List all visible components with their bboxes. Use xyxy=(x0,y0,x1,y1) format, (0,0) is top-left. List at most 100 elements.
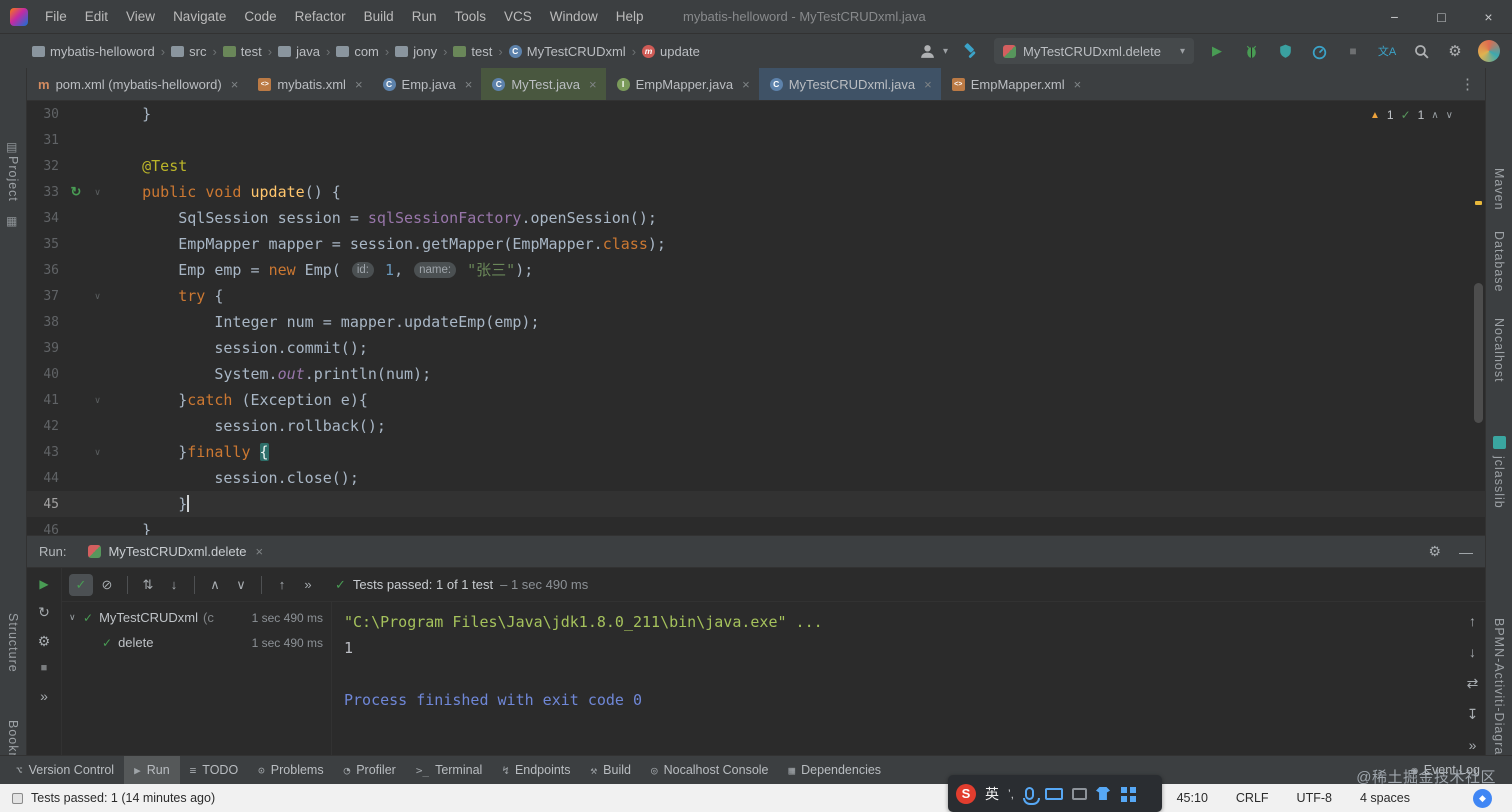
rerun-failed-icon[interactable]: ↻ xyxy=(38,605,50,619)
code-line[interactable]: 30 } xyxy=(27,101,1485,127)
status-widget-utf-8[interactable]: UTF-8 xyxy=(1297,791,1332,805)
up-icon[interactable]: ↑ xyxy=(270,574,294,596)
code-line[interactable]: 38 Integer num = mapper.updateEmp(emp); xyxy=(27,309,1485,335)
toolwindow-bpmn-activiti-diagram[interactable]: BPMN-Activiti-Diagram xyxy=(1492,618,1506,767)
menu-view[interactable]: View xyxy=(117,0,164,33)
breadcrumb-test[interactable]: test xyxy=(222,44,262,59)
rerun-test-gutter-icon[interactable]: ↻ xyxy=(63,184,89,200)
gear-icon[interactable]: ⚙ xyxy=(38,634,51,648)
close-icon[interactable]: × xyxy=(924,77,932,92)
toolwindow-project[interactable]: Project xyxy=(6,156,20,202)
fold-icon[interactable]: ∨ xyxy=(89,395,106,406)
close-icon[interactable]: × xyxy=(1074,77,1082,92)
microphone-icon[interactable] xyxy=(1023,787,1040,805)
code-with-me-icon[interactable] xyxy=(917,40,939,62)
menu-help[interactable]: Help xyxy=(607,0,653,33)
sort-duration-icon[interactable]: ⇅ xyxy=(136,574,160,596)
code-line[interactable]: 35 EmpMapper mapper = session.getMapper(… xyxy=(27,231,1485,257)
close-icon[interactable]: × xyxy=(255,544,263,559)
tab-emp-java[interactable]: C Emp.java × xyxy=(372,68,482,100)
hide-panel-icon[interactable]: — xyxy=(1459,544,1473,560)
menu-window[interactable]: Window xyxy=(541,0,607,33)
menu-file[interactable]: File xyxy=(36,0,76,33)
toolwindow-nocalhost[interactable]: Nocalhost xyxy=(1492,318,1506,383)
fold-icon[interactable]: ∨ xyxy=(89,447,106,458)
scrollbar-thumb[interactable] xyxy=(1474,283,1483,423)
down-icon[interactable]: ↓ xyxy=(1469,645,1476,659)
menu-navigate[interactable]: Navigate xyxy=(164,0,235,33)
board-strip-icon[interactable]: ▦ xyxy=(6,214,17,228)
code-line[interactable]: 31 xyxy=(27,127,1485,153)
maximize-button[interactable]: □ xyxy=(1418,0,1465,33)
build-hammer-icon[interactable] xyxy=(960,40,982,62)
breadcrumb-update[interactable]: m update xyxy=(642,44,700,59)
fold-icon[interactable]: ∨ xyxy=(89,187,106,198)
debug-button[interactable] xyxy=(1240,40,1262,62)
status-widget-crlf[interactable]: CRLF xyxy=(1236,791,1269,805)
breadcrumb-test[interactable]: test xyxy=(453,44,492,59)
run-configuration-select[interactable]: MyTestCRUDxml.delete ▾ xyxy=(994,38,1194,64)
scroll-end-icon[interactable]: ↧ xyxy=(1467,707,1479,721)
up-icon[interactable]: ↑ xyxy=(1469,614,1476,628)
close-icon[interactable]: × xyxy=(355,77,363,92)
fold-icon[interactable]: ∨ xyxy=(89,291,106,302)
soft-wrap-icon[interactable]: ⇄ xyxy=(1467,676,1479,690)
menu-vcs[interactable]: VCS xyxy=(495,0,541,33)
breadcrumb-com[interactable]: com xyxy=(336,44,379,59)
expand-all-icon[interactable]: ∧ xyxy=(203,574,227,596)
menu-tools[interactable]: Tools xyxy=(445,0,495,33)
toolwindow-button-todo[interactable]: ≡ TODO xyxy=(180,756,249,784)
toolwindow-button-terminal[interactable]: >_ Terminal xyxy=(406,756,493,784)
stop-icon[interactable]: ■ xyxy=(41,663,48,674)
sort-alpha-icon[interactable]: ↓ xyxy=(162,574,186,596)
code-line[interactable]: 42 session.rollback(); xyxy=(27,413,1485,439)
chevron-down-icon[interactable]: ∨ xyxy=(1446,110,1453,121)
code-line[interactable]: 32 @Test xyxy=(27,153,1485,179)
punctuation-toggle[interactable]: ’, xyxy=(1008,787,1014,801)
toolwindow-structure[interactable]: Structure xyxy=(6,613,20,673)
menu-code[interactable]: Code xyxy=(235,0,285,33)
code-line[interactable]: 40 System.out.println(num); xyxy=(27,361,1485,387)
more-icon[interactable]: » xyxy=(296,574,320,596)
profiler-button[interactable] xyxy=(1308,40,1330,62)
code-line[interactable]: 46 } xyxy=(27,517,1485,535)
status-message[interactable]: Tests passed: 1 (14 minutes ago) xyxy=(31,791,215,805)
code-editor[interactable]: 30 } 31 32 @Test 33 ↻ ∨ public void update() … xyxy=(27,101,1485,535)
tab-empmapper-xml[interactable]: <> EmpMapper.xml × xyxy=(941,68,1091,100)
run-settings-gear-icon[interactable]: ⚙ xyxy=(1428,543,1441,560)
status-widget-45-10[interactable]: 45:10 xyxy=(1177,791,1208,805)
status-icon[interactable] xyxy=(12,792,23,804)
run-panel-tab[interactable]: MyTestCRUDxml.delete × xyxy=(82,536,269,567)
translate-icon[interactable]: 文A xyxy=(1376,40,1398,62)
breadcrumb-java[interactable]: java xyxy=(278,44,320,59)
toolwindow-button-nocalhost-console[interactable]: ◎ Nocalhost Console xyxy=(641,756,779,784)
close-icon[interactable]: × xyxy=(742,77,750,92)
keyboard-icon[interactable] xyxy=(1045,787,1063,800)
toolbox-grid-icon[interactable] xyxy=(1121,786,1127,793)
chevron-up-icon[interactable]: ∧ xyxy=(1431,110,1438,121)
test-tree-node[interactable]: ∨ ✓ MyTestCRUDxml (c 1 sec 490 ms xyxy=(62,605,331,630)
language-toggle[interactable]: 英 xyxy=(985,784,999,804)
tab-mybatis-xml[interactable]: <> mybatis.xml × xyxy=(247,68,371,100)
tab-mytestcrudxml-java[interactable]: C MyTestCRUDxml.java × xyxy=(758,68,941,100)
settings-gear-icon[interactable]: ⚙ xyxy=(1444,40,1466,62)
toolwindow-button-dependencies[interactable]: ▦ Dependencies xyxy=(779,756,892,784)
collapse-all-icon[interactable]: ∨ xyxy=(229,574,253,596)
toolwindow-button-version-control[interactable]: ⌥ Version Control xyxy=(6,756,124,784)
notification-icon[interactable]: ◆ xyxy=(1473,789,1492,808)
code-line[interactable]: 36 Emp emp = new Emp( id: 1, name: "张三")… xyxy=(27,257,1485,283)
skin-icon[interactable] xyxy=(1096,787,1110,800)
coverage-button[interactable] xyxy=(1274,40,1296,62)
code-line[interactable]: 34 SqlSession session = sqlSessionFactor… xyxy=(27,205,1485,231)
code-line[interactable]: 33 ↻ ∨ public void update() { xyxy=(27,179,1485,205)
clipboard-icon[interactable] xyxy=(1072,787,1087,800)
sogou-logo-icon[interactable]: S xyxy=(956,783,976,804)
close-icon[interactable]: × xyxy=(589,77,597,92)
tab-mytest-java[interactable]: C MyTest.java × xyxy=(481,68,606,100)
status-widget-4-spaces[interactable]: 4 spaces xyxy=(1360,791,1410,805)
menu-edit[interactable]: Edit xyxy=(76,0,117,33)
inspection-widget[interactable]: ▲ 1 ✓ 1 ∧ ∨ xyxy=(1370,108,1453,122)
chevron-down-icon[interactable]: ▾ xyxy=(943,46,948,57)
jclasslib-strip-icon[interactable] xyxy=(1493,436,1506,449)
toolwindow-jclasslib[interactable]: jclasslib xyxy=(1492,456,1506,509)
